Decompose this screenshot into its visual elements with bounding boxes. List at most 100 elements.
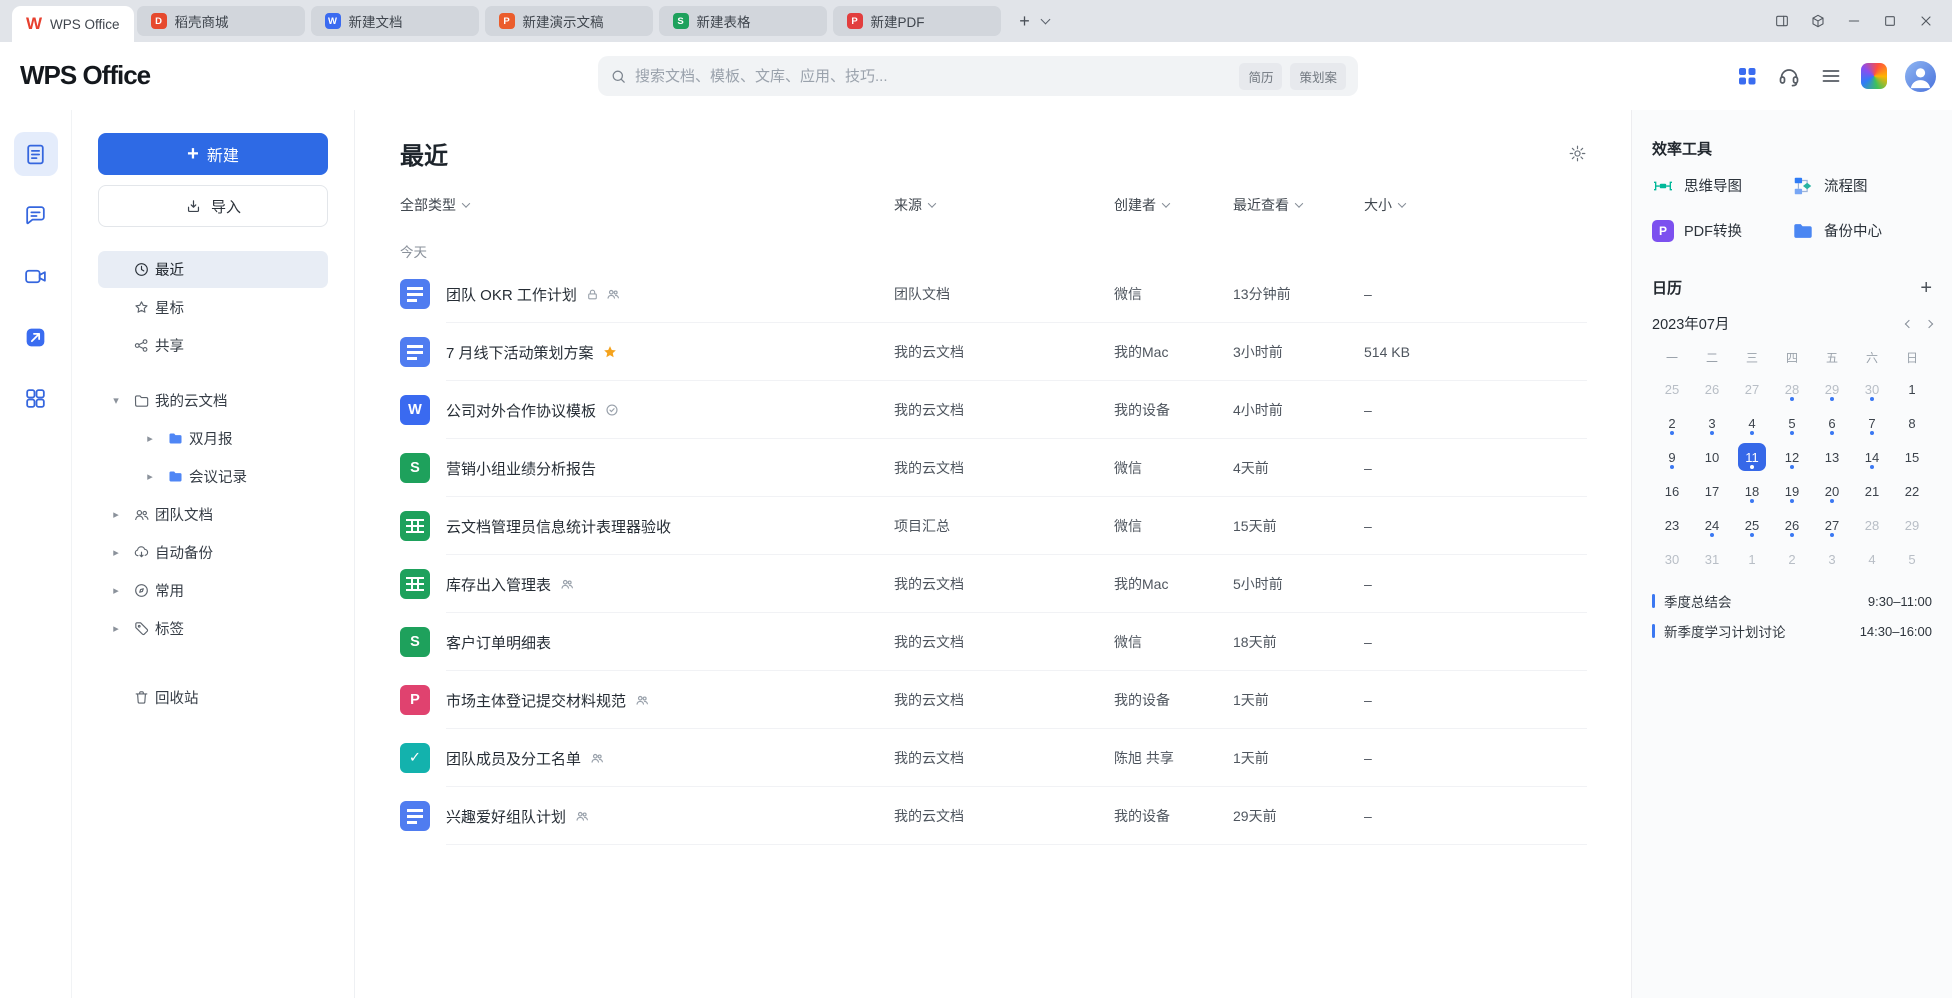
collapsed-caret-icon[interactable]: ▸ (104, 546, 128, 559)
minimize-button[interactable] (1840, 7, 1868, 35)
calendar-day[interactable]: 25 (1732, 510, 1772, 540)
file-row[interactable]: 库存出入管理表 我的云文档 我的Mac 5小时前 – (400, 555, 1587, 613)
sidebar-item-meeting-notes[interactable]: ▸ 会议记录 (98, 458, 328, 495)
filter-last-viewed[interactable]: 最近查看 (1233, 195, 1364, 215)
collapsed-caret-icon[interactable]: ▸ (104, 508, 128, 521)
sidebar-item-frequent[interactable]: ▸ 常用 (98, 572, 328, 609)
filter-all-types[interactable]: 全部类型 (400, 195, 894, 215)
calendar-day[interactable]: 28 (1852, 510, 1892, 540)
file-row[interactable]: W 公司对外合作协议模板 我的云文档 我的设备 4小时前 – (400, 381, 1587, 439)
calendar-day[interactable]: 3 (1812, 544, 1852, 574)
expanded-caret-icon[interactable]: ▾ (104, 394, 128, 407)
apps-grid-button[interactable] (1735, 64, 1759, 88)
calendar-event[interactable]: 季度总结会9:30–11:00 (1652, 586, 1932, 616)
collapsed-caret-icon[interactable]: ▸ (104, 584, 128, 597)
file-row[interactable]: 团队 OKR 工作计划 团队文档 微信 13分钟前 – (400, 265, 1587, 323)
global-search-bar[interactable]: 简历 策划案 (598, 56, 1358, 96)
calendar-day[interactable]: 2 (1772, 544, 1812, 574)
collapsed-caret-icon[interactable]: ▸ (104, 622, 128, 635)
add-event-button[interactable]: + (1920, 278, 1932, 298)
calendar-day[interactable]: 2 (1652, 408, 1692, 438)
sidebar-item-team-docs[interactable]: ▸ 团队文档 (98, 496, 328, 533)
calendar-day[interactable]: 26 (1772, 510, 1812, 540)
sidebar-item-recent[interactable]: 最近 (98, 251, 328, 288)
tab-overview-chevron-icon[interactable] (1042, 10, 1049, 28)
calendar-day[interactable]: 27 (1812, 510, 1852, 540)
calendar-day[interactable]: 5 (1892, 544, 1932, 574)
calendar-day[interactable]: 14 (1852, 442, 1892, 472)
user-avatar[interactable] (1905, 61, 1936, 92)
sidebar-item-trash[interactable]: 回收站 (98, 679, 328, 716)
calendar-day[interactable]: 18 (1732, 476, 1772, 506)
search-input[interactable] (635, 68, 1239, 85)
maximize-button[interactable] (1876, 7, 1904, 35)
calendar-day[interactable]: 29 (1812, 374, 1852, 404)
file-row[interactable]: 云文档管理员信息统计表理器验收 项目汇总 微信 15天前 – (400, 497, 1587, 555)
calendar-prev-button[interactable] (1905, 319, 1913, 327)
tool-backup-center[interactable]: 备份中心 (1792, 208, 1932, 253)
new-document-button[interactable]: +新建 (98, 133, 328, 175)
calendar-day[interactable]: 27 (1732, 374, 1772, 404)
calendar-day[interactable]: 7 (1852, 408, 1892, 438)
calendar-day[interactable]: 15 (1892, 442, 1932, 472)
calendar-day[interactable]: 24 (1692, 510, 1732, 540)
rail-office-suite-button[interactable] (14, 376, 58, 420)
calendar-day[interactable]: 8 (1892, 408, 1932, 438)
global-menu-button[interactable] (1819, 64, 1843, 88)
calendar-day[interactable]: 12 (1772, 442, 1812, 472)
search-tag-plan[interactable]: 策划案 (1290, 63, 1346, 90)
calendar-day[interactable]: 6 (1812, 408, 1852, 438)
tool-mindmap[interactable]: 思维导图 (1652, 163, 1792, 208)
calendar-day[interactable]: 3 (1692, 408, 1732, 438)
calendar-day[interactable]: 30 (1652, 544, 1692, 574)
calendar-day[interactable]: 13 (1812, 442, 1852, 472)
calendar-day[interactable]: 1 (1732, 544, 1772, 574)
close-button[interactable] (1912, 7, 1940, 35)
file-row[interactable]: P 市场主体登记提交材料规范 我的云文档 我的设备 1天前 – (400, 671, 1587, 729)
file-row[interactable]: ✓ 团队成员及分工名单 我的云文档 陈旭 共享 1天前 – (400, 729, 1587, 787)
tab-wps-logo[interactable]: WWPS Office (12, 6, 134, 42)
calendar-day[interactable]: 22 (1892, 476, 1932, 506)
calendar-day[interactable]: 19 (1772, 476, 1812, 506)
calendar-day[interactable]: 26 (1692, 374, 1732, 404)
file-row[interactable]: S 营销小组业绩分析报告 我的云文档 微信 4天前 – (400, 439, 1587, 497)
calendar-day[interactable]: 28 (1772, 374, 1812, 404)
rail-meeting-button[interactable] (14, 254, 58, 298)
calendar-day[interactable]: 29 (1892, 510, 1932, 540)
filter-source[interactable]: 来源 (894, 195, 1114, 215)
filter-size[interactable]: 大小 (1364, 195, 1587, 215)
toggle-sidebar-layout-button[interactable] (1768, 7, 1796, 35)
sidebar-item-tags[interactable]: ▸ 标签 (98, 610, 328, 647)
file-row[interactable]: S 客户订单明细表 我的云文档 微信 18天前 – (400, 613, 1587, 671)
tab-presentation[interactable]: P新建演示文稿 (485, 6, 653, 36)
calendar-day[interactable]: 10 (1692, 442, 1732, 472)
tool-pdf-convert[interactable]: P PDF转换 (1652, 208, 1792, 253)
wps-365-logo[interactable] (1861, 63, 1887, 89)
tab-pdf[interactable]: P新建PDF (833, 6, 1001, 36)
search-tag-resume[interactable]: 简历 (1239, 63, 1282, 90)
rail-chat-button[interactable] (14, 193, 58, 237)
collapsed-caret-icon[interactable]: ▸ (138, 470, 162, 483)
workspace-box-button[interactable] (1804, 7, 1832, 35)
calendar-day[interactable]: 5 (1772, 408, 1812, 438)
list-settings-button[interactable] (1568, 144, 1587, 163)
tab-docer-store[interactable]: D稻壳商城 (137, 6, 305, 36)
rail-workspace-button[interactable] (14, 315, 58, 359)
calendar-day[interactable]: 31 (1692, 544, 1732, 574)
calendar-day[interactable]: 9 (1652, 442, 1692, 472)
calendar-day[interactable]: 1 (1892, 374, 1932, 404)
rail-docs-button[interactable] (14, 132, 58, 176)
filter-creator[interactable]: 创建者 (1114, 195, 1233, 215)
calendar-day[interactable]: 16 (1652, 476, 1692, 506)
tool-flowchart[interactable]: 流程图 (1792, 163, 1932, 208)
calendar-next-button[interactable] (1925, 319, 1933, 327)
calendar-day-selected[interactable]: 11 (1732, 442, 1772, 472)
calendar-day[interactable]: 4 (1852, 544, 1892, 574)
calendar-day[interactable]: 17 (1692, 476, 1732, 506)
sidebar-item-bimonthly-report[interactable]: ▸ 双月报 (98, 420, 328, 457)
calendar-day[interactable]: 20 (1812, 476, 1852, 506)
calendar-day[interactable]: 21 (1852, 476, 1892, 506)
sidebar-item-auto-backup[interactable]: ▸ 自动备份 (98, 534, 328, 571)
tab-spreadsheet[interactable]: S新建表格 (659, 6, 827, 36)
file-row[interactable]: 兴趣爱好组队计划 我的云文档 我的设备 29天前 – (400, 787, 1587, 845)
